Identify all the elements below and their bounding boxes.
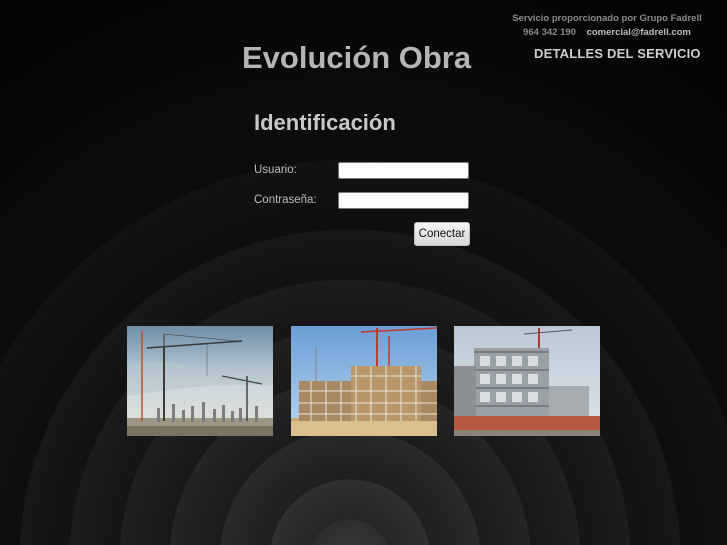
password-label: Contraseña: bbox=[254, 194, 317, 206]
multistory-structure-photo[interactable] bbox=[454, 326, 600, 436]
building-scaffolding-photo[interactable] bbox=[291, 326, 437, 436]
details-service-link[interactable]: DETALLES DEL SERVICIO bbox=[534, 46, 701, 61]
contact-line: 964 342 190 comercial@fadrell.com bbox=[507, 26, 707, 40]
login-heading: Identificación bbox=[254, 110, 396, 135]
user-label: Usuario: bbox=[254, 164, 297, 176]
phone-number: 964 342 190 bbox=[523, 27, 576, 38]
provider-text: Servicio proporcionado por Grupo Fadrell bbox=[512, 13, 702, 24]
radial-background bbox=[0, 0, 727, 545]
password-input[interactable] bbox=[338, 192, 469, 209]
provider-info: Servicio proporcionado por Grupo Fadrell… bbox=[507, 12, 707, 40]
connect-button[interactable]: Conectar bbox=[414, 222, 470, 246]
email-address[interactable]: comercial@fadrell.com bbox=[587, 27, 691, 38]
page-title: Evolución Obra bbox=[242, 40, 472, 75]
construction-crane-site-photo[interactable] bbox=[127, 326, 273, 436]
username-input[interactable] bbox=[338, 162, 469, 179]
